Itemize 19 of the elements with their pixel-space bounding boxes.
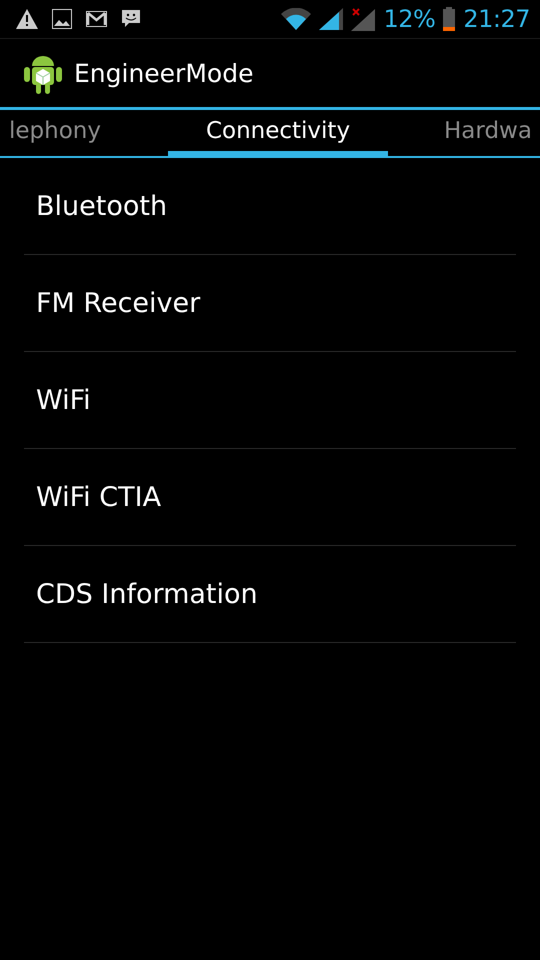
list-item[interactable]: CDS Information	[24, 546, 516, 643]
battery-icon	[443, 7, 456, 31]
battery-percent: 12%	[383, 5, 436, 33]
signal-icon	[319, 8, 344, 30]
wifi-icon	[281, 8, 312, 30]
no-signal-icon	[351, 7, 376, 31]
list-item[interactable]: WiFi	[24, 352, 516, 449]
picture-icon	[52, 9, 72, 29]
tab[interactable]: Connectivity	[168, 110, 388, 156]
mail-icon	[86, 11, 107, 27]
app-title: EngineerMode	[74, 58, 254, 88]
list-item[interactable]: WiFi CTIA	[24, 449, 516, 546]
tab[interactable]: lephony	[0, 110, 110, 156]
clock: 21:27	[463, 5, 530, 33]
message-icon	[121, 9, 141, 29]
tab[interactable]: Hardwa	[438, 110, 538, 156]
list-item[interactable]: FM Receiver	[24, 255, 516, 352]
list-item[interactable]: Bluetooth	[24, 158, 516, 255]
warning-icon	[16, 9, 38, 29]
